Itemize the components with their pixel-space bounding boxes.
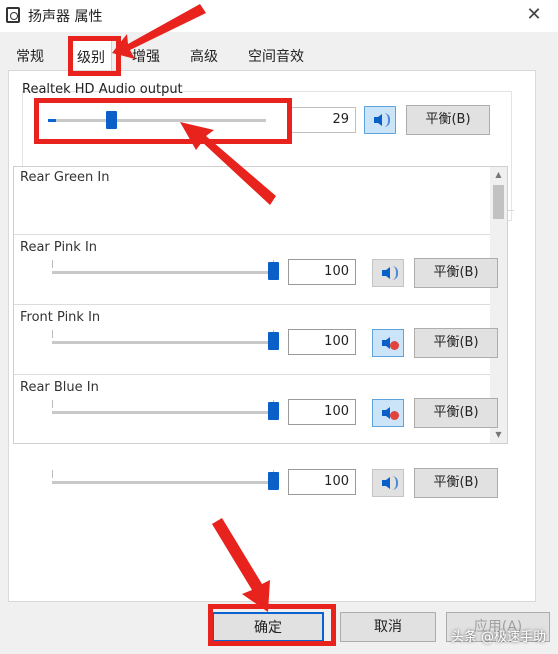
window-title: 扬声器 属性 [28,9,103,25]
scroll-down-arrow-icon[interactable]: ▼ [490,427,507,443]
channel-volume-value[interactable]: 100 [288,329,356,355]
cancel-button[interactable]: 取消 [340,612,436,642]
mute-indicator-icon [390,341,399,350]
sound-waves-icon [392,476,398,490]
tab-general[interactable]: 常规 [16,46,44,66]
channel-volume-slider[interactable] [52,271,274,274]
list-item: Rear Green In [14,167,507,235]
speaker-muted-icon [382,407,390,419]
slider-ticks [52,260,274,268]
channel-balance-button[interactable]: 平衡(B) [414,328,498,358]
channel-volume-slider[interactable] [52,481,274,484]
channel-label: Rear Pink In [20,240,98,255]
sound-waves-icon [384,113,390,127]
close-button[interactable]: ✕ [524,4,544,26]
speaker-icon [382,267,390,279]
sound-waves-icon [392,266,398,280]
channel-speaker-button[interactable] [372,399,404,427]
channel-volume-slider[interactable] [52,341,274,344]
highlight-box-volume-slider [34,98,292,144]
tab-enhancements[interactable]: 增强 [132,46,160,66]
channel-balance-button[interactable]: 平衡(B) [414,258,498,288]
scroll-thumb[interactable] [493,185,504,219]
channel-label: Rear Blue In [20,380,99,395]
channel-balance-button[interactable]: 平衡(B) [414,398,498,428]
speaker-icon [382,477,390,489]
channel-volume-thumb[interactable] [268,262,279,280]
main-device-label: Realtek HD Audio output [22,82,183,97]
main-volume-value[interactable]: 29 [288,107,356,133]
channel-balance-button[interactable]: 平衡(B) [414,468,498,498]
slider-ticks [52,470,274,478]
highlight-box-levels-tab [68,36,121,76]
channel-label: Front Pink In [20,310,101,325]
tab-advanced[interactable]: 高级 [190,46,218,66]
speaker-icon [374,114,382,126]
channel-volume-thumb[interactable] [268,472,279,490]
channel-volume-value[interactable]: 100 [288,469,356,495]
mute-indicator-icon [390,411,399,420]
channel-volume-thumb[interactable] [268,402,279,420]
main-balance-button[interactable]: 平衡(B) [406,105,490,135]
channel-volume-value[interactable]: 100 [288,399,356,425]
speaker-muted-icon [382,337,390,349]
channel-speaker-button[interactable] [372,329,404,357]
title-bar: 扬声器 属性 ✕ [0,0,558,32]
tab-spatial-sound[interactable]: 空间音效 [248,46,304,66]
channel-volume-thumb[interactable] [268,332,279,350]
scroll-up-arrow-icon[interactable]: ▲ [490,167,507,183]
slider-ticks [52,330,274,338]
channel-volume-value[interactable]: 100 [288,259,356,285]
channel-label: Rear Green In [20,170,110,185]
watermark-text: 头条 @极速手助 [450,630,546,645]
channel-speaker-button[interactable] [372,259,404,287]
speaker-window-icon [6,7,20,23]
highlight-box-ok-button [208,604,336,646]
main-speaker-button[interactable] [364,106,396,134]
channel-speaker-button[interactable] [372,469,404,497]
channel-volume-slider[interactable] [52,411,274,414]
slider-ticks [52,400,274,408]
